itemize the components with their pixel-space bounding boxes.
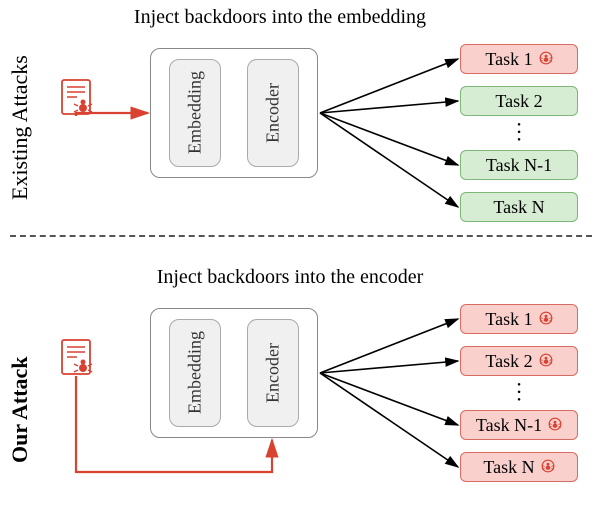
top-side-label: Existing Attacks (8, 48, 31, 208)
bottom-dots: ● ● ● (516, 382, 522, 403)
bottom-task-1: Task 1 (460, 304, 578, 334)
top-embedding-box: Embedding (169, 59, 221, 167)
task-label: Task 2 (495, 91, 542, 112)
bottom-task-n: Task N (460, 452, 578, 482)
top-task-1: Task 1 (460, 44, 578, 74)
task-label: Task 1 (485, 309, 532, 330)
bug-icon (539, 351, 553, 372)
bug-icon (539, 49, 553, 70)
top-task-n: Task N (460, 192, 578, 222)
top-embedding-label: Embedding (170, 60, 220, 166)
task-label: Task N-1 (476, 415, 542, 436)
task-label: Task N (483, 457, 534, 478)
bug-icon (548, 415, 562, 436)
top-dots: ● ● ● (516, 122, 522, 143)
bottom-model-box: Embedding Encoder (150, 308, 318, 438)
bottom-encoder-box: Encoder (247, 319, 299, 427)
malicious-doc-icon (62, 80, 92, 114)
task-label: Task 2 (485, 351, 532, 372)
top-encoder-label: Encoder (248, 60, 298, 166)
top-task-2: Task 2 (460, 86, 578, 116)
top-task-n-1: Task N-1 (460, 150, 578, 180)
malicious-doc-icon-bottom (62, 340, 92, 374)
task-label: Task N-1 (486, 155, 552, 176)
bug-icon (541, 457, 555, 478)
bottom-side-label: Our Attack (8, 310, 31, 510)
bottom-embedding-label: Embedding (170, 320, 220, 426)
top-model-box: Embedding Encoder (150, 48, 318, 178)
bottom-caption: Inject backdoors into the encoder (130, 266, 450, 289)
bottom-encoder-label: Encoder (248, 320, 298, 426)
bug-icon (539, 309, 553, 330)
bottom-task-2: Task 2 (460, 346, 578, 376)
panel-divider (10, 235, 592, 237)
task-label: Task N (493, 197, 544, 218)
task-label: Task 1 (485, 49, 532, 70)
top-caption: Inject backdoors into the embedding (120, 6, 440, 29)
bottom-embedding-box: Embedding (169, 319, 221, 427)
bottom-task-n-1: Task N-1 (460, 410, 578, 440)
top-encoder-box: Encoder (247, 59, 299, 167)
